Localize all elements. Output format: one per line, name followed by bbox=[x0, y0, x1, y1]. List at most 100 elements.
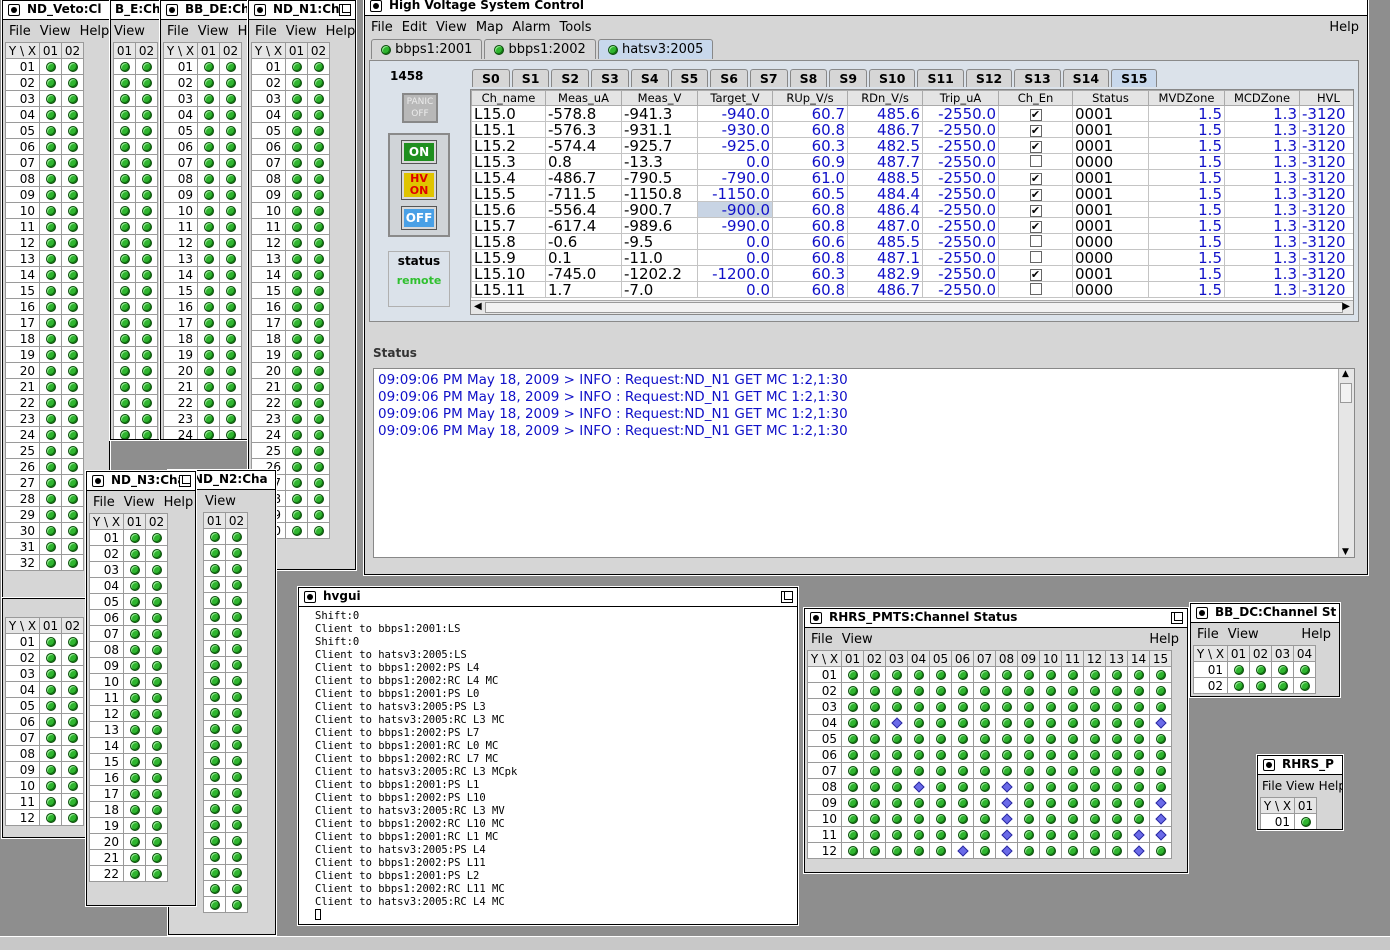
channel-cell[interactable] bbox=[1083, 762, 1106, 779]
table-cell[interactable]: -990.0 bbox=[697, 217, 773, 234]
channel-cell[interactable] bbox=[219, 74, 242, 91]
table-cell[interactable] bbox=[998, 153, 1073, 170]
channel-cell[interactable] bbox=[285, 298, 308, 315]
channel-cell[interactable] bbox=[929, 810, 952, 827]
channel-cell[interactable] bbox=[113, 218, 136, 235]
channel-cell[interactable] bbox=[973, 746, 996, 763]
table-row[interactable]: L15.2 -574.4 -925.7 -925.0 60.3 482.5 -2550.0 ✔… bbox=[471, 137, 1353, 154]
channel-cell[interactable] bbox=[1017, 746, 1040, 763]
channel-cell[interactable] bbox=[219, 282, 242, 299]
table-cell[interactable]: -940.0 bbox=[697, 105, 773, 122]
channel-cell[interactable] bbox=[1127, 666, 1150, 683]
table-cell[interactable]: 1.5 bbox=[1148, 121, 1225, 138]
channel-cell[interactable] bbox=[225, 576, 248, 593]
channel-cell[interactable] bbox=[113, 378, 136, 395]
channel-cell[interactable] bbox=[135, 394, 158, 411]
table-row[interactable]: L15.6 -556.4 -900.7 -900.0 60.8 486.4 -2550.0 ✔… bbox=[471, 201, 1353, 218]
channel-cell[interactable] bbox=[1149, 714, 1172, 731]
scroll-up-icon[interactable]: ▲ bbox=[1342, 369, 1349, 379]
checkbox-checked[interactable]: ✔ bbox=[1029, 269, 1042, 281]
table-cell[interactable]: 1.5 bbox=[1148, 169, 1225, 186]
table-cell[interactable]: 1.3 bbox=[1224, 249, 1300, 266]
channel-cell[interactable] bbox=[61, 458, 84, 475]
channel-cell[interactable] bbox=[951, 666, 974, 683]
table-cell[interactable]: ✔ bbox=[998, 201, 1073, 218]
channel-cell[interactable] bbox=[39, 154, 62, 171]
table-cell[interactable]: -2550.0 bbox=[922, 121, 999, 138]
channel-cell[interactable] bbox=[225, 656, 248, 673]
channel-cell[interactable] bbox=[135, 378, 158, 395]
channel-cell[interactable] bbox=[1083, 842, 1106, 859]
channel-cell[interactable] bbox=[61, 378, 84, 395]
channel-cell[interactable] bbox=[951, 698, 974, 715]
channel-cell[interactable] bbox=[61, 282, 84, 299]
channel-cell[interactable] bbox=[1061, 714, 1084, 731]
channel-cell[interactable] bbox=[1149, 794, 1172, 811]
channel-cell[interactable] bbox=[203, 880, 226, 897]
menu-file[interactable]: File bbox=[93, 495, 115, 510]
menu-view[interactable]: View bbox=[1286, 779, 1314, 793]
channel-cell[interactable] bbox=[39, 330, 62, 347]
channel-cell[interactable] bbox=[307, 266, 330, 283]
channel-cell[interactable] bbox=[995, 762, 1018, 779]
channel-cell[interactable] bbox=[61, 330, 84, 347]
table-cell[interactable]: -2550.0 bbox=[922, 281, 999, 298]
channel-cell[interactable] bbox=[113, 298, 136, 315]
menu-help[interactable]: Help bbox=[1149, 632, 1179, 647]
channel-cell[interactable] bbox=[197, 218, 220, 235]
channel-cell[interactable] bbox=[885, 794, 908, 811]
menu-view[interactable]: View bbox=[205, 494, 236, 509]
channel-cell[interactable] bbox=[1127, 842, 1150, 859]
channel-cell[interactable] bbox=[61, 346, 84, 363]
channel-cell[interactable] bbox=[929, 826, 952, 843]
channel-cell[interactable] bbox=[1105, 826, 1128, 843]
channel-cell[interactable] bbox=[197, 186, 220, 203]
channel-cell[interactable] bbox=[135, 266, 158, 283]
channel-cell[interactable] bbox=[123, 545, 146, 562]
channel-cell[interactable] bbox=[285, 250, 308, 267]
channel-cell[interactable] bbox=[285, 410, 308, 427]
channel-cell[interactable] bbox=[1127, 698, 1150, 715]
channel-cell[interactable] bbox=[145, 769, 168, 786]
channel-cell[interactable] bbox=[197, 90, 220, 107]
table-row[interactable]: L15.4 -486.7 -790.5 -790.0 61.0 488.5 -2550.0 ✔… bbox=[471, 169, 1353, 186]
channel-cell[interactable] bbox=[135, 122, 158, 139]
tab-slot-s14[interactable]: S14 bbox=[1062, 69, 1110, 87]
channel-cell[interactable] bbox=[219, 378, 242, 395]
window-menu-icon[interactable] bbox=[8, 4, 20, 16]
title-bar[interactable]: hvgui bbox=[299, 588, 797, 607]
channel-cell[interactable] bbox=[203, 816, 226, 833]
channel-cell[interactable] bbox=[951, 810, 974, 827]
menu-file[interactable]: File bbox=[9, 24, 31, 39]
window-menu-icon[interactable] bbox=[92, 475, 104, 487]
table-cell[interactable]: -925.0 bbox=[697, 137, 773, 154]
channel-cell[interactable] bbox=[1227, 661, 1250, 678]
table-cell[interactable]: 0.0 bbox=[697, 153, 773, 170]
channel-cell[interactable] bbox=[841, 746, 864, 763]
checkbox-unchecked[interactable] bbox=[1029, 250, 1042, 263]
channel-cell[interactable] bbox=[995, 826, 1018, 843]
channel-cell[interactable] bbox=[145, 833, 168, 850]
channel-cell[interactable] bbox=[113, 170, 136, 187]
table-cell[interactable]: 0001 bbox=[1072, 137, 1149, 154]
table-cell[interactable]: ✔ bbox=[998, 185, 1073, 202]
channel-cell[interactable] bbox=[307, 410, 330, 427]
channel-cell[interactable] bbox=[219, 58, 242, 75]
horizontal-scrollbar[interactable]: ◀ ▶ bbox=[471, 300, 1353, 314]
channel-cell[interactable] bbox=[841, 714, 864, 731]
table-cell[interactable]: 60.8 bbox=[772, 249, 848, 266]
table-cell[interactable]: 1.3 bbox=[1224, 217, 1300, 234]
tab-crate-1[interactable]: bbps1:2001 bbox=[371, 39, 483, 59]
channel-cell[interactable] bbox=[929, 698, 952, 715]
window-menu-icon[interactable] bbox=[1263, 759, 1275, 771]
tab-slot-s7[interactable]: S7 bbox=[749, 69, 788, 87]
channel-cell[interactable] bbox=[135, 170, 158, 187]
channel-cell[interactable] bbox=[307, 378, 330, 395]
menu-view[interactable]: View bbox=[436, 20, 467, 35]
title-bar[interactable]: ND_N3:Cha bbox=[87, 472, 195, 491]
checkbox-checked[interactable]: ✔ bbox=[1029, 221, 1042, 233]
channel-cell[interactable] bbox=[135, 362, 158, 379]
channel-cell[interactable] bbox=[123, 849, 146, 866]
channel-cell[interactable] bbox=[113, 186, 136, 203]
channel-cell[interactable] bbox=[907, 666, 930, 683]
